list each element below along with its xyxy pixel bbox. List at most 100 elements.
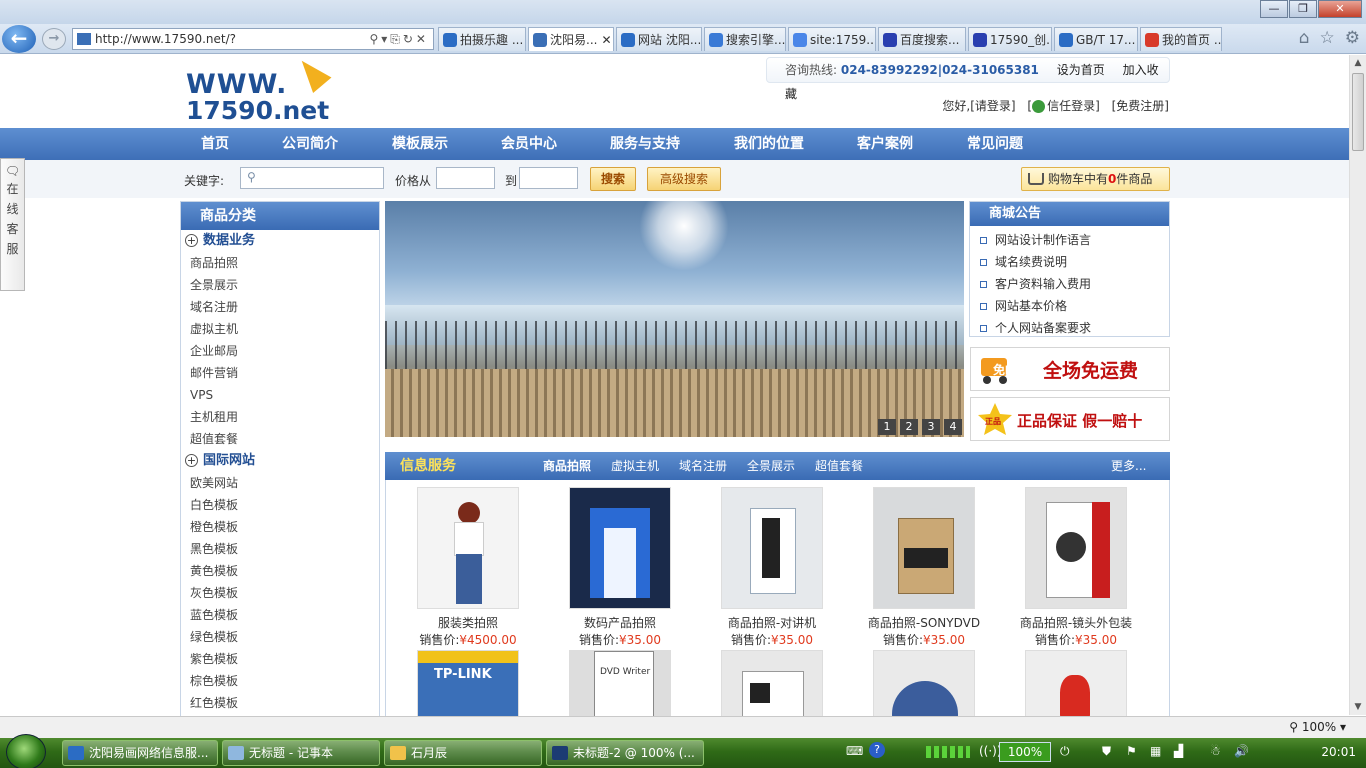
clock[interactable]: 20:01 — [1321, 745, 1356, 759]
taskbar-item-ie[interactable]: 沈阳易画网络信息服... — [62, 740, 218, 766]
product-name[interactable]: 数码产品拍照 — [550, 615, 690, 631]
taskbar-item-notepad[interactable]: 无标题 - 记事本 — [222, 740, 380, 766]
product-card[interactable] — [854, 650, 994, 716]
category-item[interactable]: 邮件营销 — [181, 362, 379, 384]
product-card[interactable] — [702, 650, 842, 716]
close-button[interactable]: ✕ — [1318, 0, 1362, 18]
nav-cases[interactable]: 客户案例 — [857, 128, 913, 160]
set-home-link[interactable]: 设为首页 — [1057, 63, 1105, 77]
shield-icon[interactable]: ⛊ — [1102, 744, 1111, 759]
category-item[interactable]: 虚拟主机 — [181, 318, 379, 340]
category-item[interactable]: 棕色模板 — [181, 670, 379, 692]
category-group[interactable]: + 国际网站 — [181, 450, 379, 472]
online-service-tab[interactable]: 🗨 在 线 客 服 — [0, 158, 25, 291]
category-item[interactable]: 红色模板 — [181, 692, 379, 714]
nav-location[interactable]: 我们的位置 — [734, 128, 804, 160]
banner-page-2[interactable]: 2 — [900, 419, 918, 435]
network-icon[interactable]: ▦ — [1150, 744, 1161, 758]
home-icon[interactable]: ⌂ — [1299, 28, 1310, 48]
site-logo[interactable]: WWW. 17590.net — [180, 55, 348, 127]
category-group[interactable]: + 数据业务 — [181, 230, 379, 252]
help-icon[interactable]: ? — [869, 742, 885, 758]
back-button[interactable]: ← — [2, 25, 36, 53]
advanced-search-button[interactable]: 高级搜索 — [647, 167, 721, 191]
price-from-input[interactable] — [436, 167, 495, 189]
power-plug-icon[interactable]: ⏻ — [1060, 744, 1070, 759]
category-item[interactable]: 欧美网站 — [181, 472, 379, 494]
category-item[interactable]: 企业邮局 — [181, 340, 379, 362]
notice-item[interactable]: 网站设计制作语言 — [970, 229, 1169, 251]
browser-tab[interactable]: 17590_创... — [968, 27, 1052, 51]
category-item[interactable]: 黑色模板 — [181, 538, 379, 560]
product-image[interactable] — [569, 487, 671, 609]
category-item[interactable]: 紫色模板 — [181, 648, 379, 670]
product-image[interactable] — [1025, 650, 1127, 716]
product-card[interactable] — [1006, 650, 1146, 716]
expand-plus-icon[interactable]: + — [185, 234, 198, 247]
category-item[interactable]: 蓝色模板 — [181, 604, 379, 626]
taskbar-item-folder[interactable]: 石月辰 — [384, 740, 542, 766]
forward-button[interactable]: → — [42, 28, 66, 50]
product-image[interactable] — [721, 487, 823, 609]
tab-close-icon[interactable]: ✕ — [601, 29, 611, 51]
category-item[interactable]: 主机租用 — [181, 406, 379, 428]
product-image[interactable]: DVD Writer — [569, 650, 671, 716]
info-tab-panorama[interactable]: 全景展示 — [747, 452, 795, 480]
notice-item[interactable]: 个人网站备案要求 — [970, 317, 1169, 339]
product-name[interactable]: 商品拍照-镜头外包装 — [1006, 615, 1146, 631]
genuine-guarantee-banner[interactable]: 正品 正品保证 假一赔十 — [970, 397, 1170, 441]
category-item[interactable]: 黄色模板 — [181, 560, 379, 582]
taskbar-item-photoshop[interactable]: 未标题-2 @ 100% (... — [546, 740, 704, 766]
product-image[interactable] — [1025, 487, 1127, 609]
banner-page-1[interactable]: 1 — [878, 419, 896, 435]
product-card[interactable]: 商品拍照-SONYDVD 销售价:¥35.00 — [854, 487, 994, 649]
info-tab-package[interactable]: 超值套餐 — [815, 452, 863, 480]
product-image[interactable] — [417, 487, 519, 609]
category-item[interactable]: 灰色模板 — [181, 582, 379, 604]
login-link[interactable]: [请登录] — [970, 99, 1015, 113]
nav-service-support[interactable]: 服务与支持 — [610, 128, 680, 160]
minimize-button[interactable]: — — [1260, 0, 1288, 18]
category-item[interactable]: 橙色模板 — [181, 516, 379, 538]
browser-tab[interactable]: 我的首页 ... — [1140, 27, 1222, 51]
info-tab-hosting[interactable]: 虚拟主机 — [611, 452, 659, 480]
keyword-input[interactable]: ⚲ — [240, 167, 384, 189]
browser-tab[interactable]: GB/T 17... — [1054, 27, 1138, 51]
scroll-down-icon[interactable]: ▼ — [1350, 699, 1366, 715]
trust-login-link[interactable]: [信任登录] — [1027, 99, 1100, 113]
browser-tab[interactable]: 拍摄乐趣 ... — [438, 27, 526, 51]
browser-tab[interactable]: 搜索引擎... — [704, 27, 786, 51]
flag-icon[interactable]: ⚑ — [1126, 744, 1137, 758]
product-card[interactable]: 数码产品拍照 销售价:¥35.00 — [550, 487, 690, 649]
tools-gear-icon[interactable]: ⚙ — [1345, 28, 1360, 48]
notice-item[interactable]: 网站基本价格 — [970, 295, 1169, 317]
scroll-thumb[interactable] — [1352, 73, 1364, 151]
notice-item[interactable]: 域名续费说明 — [970, 251, 1169, 273]
product-name[interactable]: 商品拍照-对讲机 — [702, 615, 842, 631]
product-name[interactable]: 服装类拍照 — [398, 615, 538, 631]
free-shipping-banner[interactable]: 免邮 全场免运费 — [970, 347, 1170, 391]
cart-button[interactable]: 购物车中有0件商品 — [1021, 167, 1170, 191]
category-item[interactable]: 绿色模板 — [181, 626, 379, 648]
product-card[interactable]: 商品拍照-对讲机 销售价:¥35.00 — [702, 487, 842, 649]
category-item[interactable]: VPS — [181, 384, 379, 406]
browser-tab[interactable]: site:1759... — [788, 27, 876, 51]
nav-member-center[interactable]: 会员中心 — [501, 128, 557, 160]
browser-tab[interactable]: 沈阳易... ✕ — [528, 27, 614, 51]
product-image[interactable] — [721, 650, 823, 716]
start-button[interactable] — [6, 734, 46, 768]
browser-tab[interactable]: 网站 沈阳... — [616, 27, 702, 51]
address-tools-icon[interactable]: ⚲▾⎘↻✕ — [369, 29, 429, 49]
banner-page-4[interactable]: 4 — [944, 419, 962, 435]
product-card[interactable]: TP-LINK — [398, 650, 538, 716]
favorites-star-icon[interactable]: ☆ — [1320, 28, 1335, 48]
category-item[interactable]: 全景展示 — [181, 274, 379, 296]
nav-about[interactable]: 公司简介 — [282, 128, 338, 160]
notice-item[interactable]: 客户资料输入费用 — [970, 273, 1169, 295]
category-item[interactable]: 域名注册 — [181, 296, 379, 318]
nav-home[interactable]: 首页 — [201, 128, 229, 160]
product-image[interactable]: TP-LINK — [417, 650, 519, 716]
price-to-input[interactable] — [519, 167, 578, 189]
category-item[interactable]: 白色模板 — [181, 494, 379, 516]
category-item[interactable]: 超值套餐 — [181, 428, 379, 450]
